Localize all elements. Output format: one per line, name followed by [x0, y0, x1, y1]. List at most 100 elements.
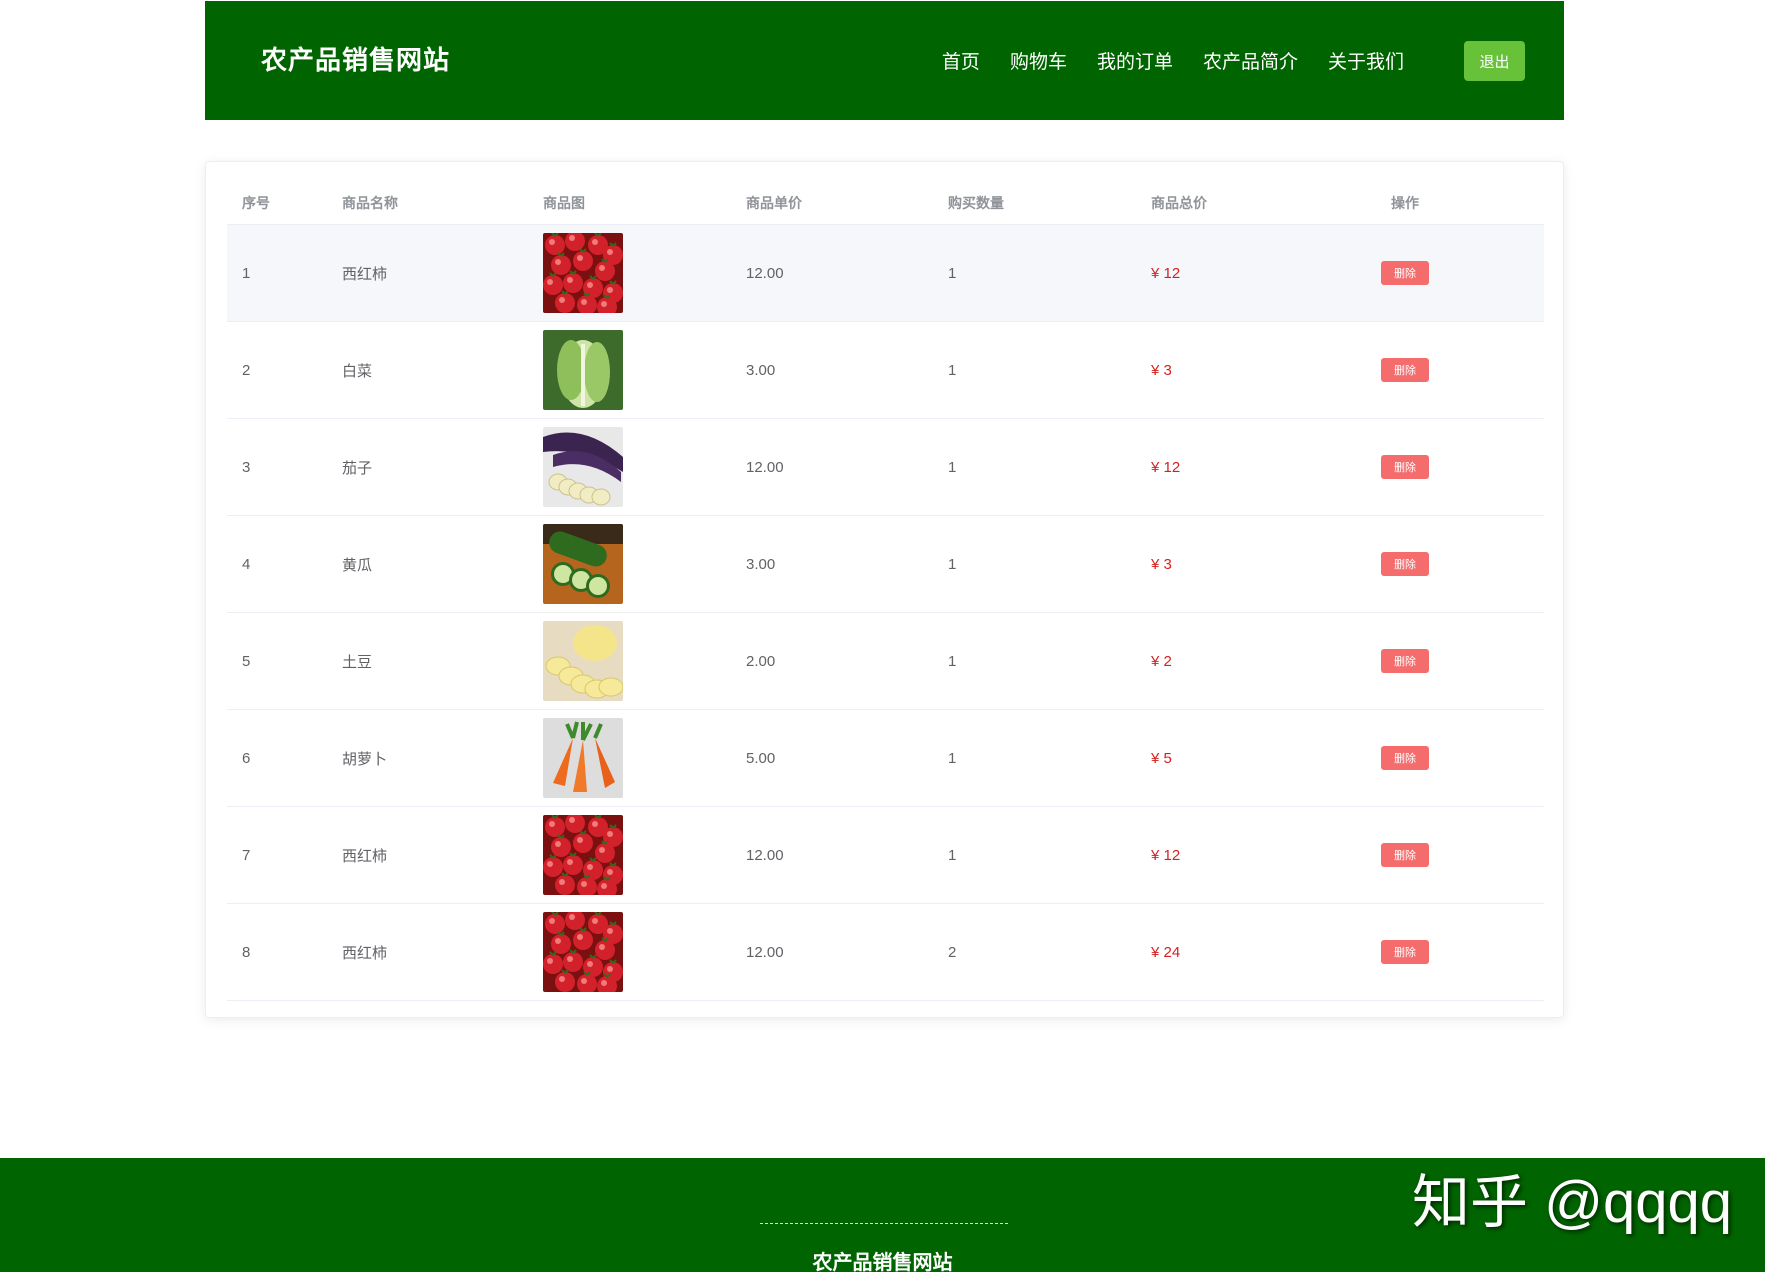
- table-body: 1 西红柿 12.00 1 ¥ 12 删除 2 白菜 3.00 1 ¥ 3 删除 3 茄子 12.00 1 ¥ …: [227, 225, 1544, 1001]
- delete-button[interactable]: 删除: [1381, 455, 1429, 479]
- delete-button[interactable]: 删除: [1381, 552, 1429, 576]
- cell-action: 删除: [1355, 419, 1455, 515]
- product-thumbnail: [543, 815, 623, 895]
- cell-index: 3: [242, 458, 251, 476]
- cell-product-image: [543, 322, 623, 418]
- cell-action: 删除: [1355, 710, 1455, 806]
- col-header-name: 商品名称: [342, 195, 398, 211]
- delete-button[interactable]: 删除: [1381, 940, 1429, 964]
- cell-unit-price: 12.00: [746, 943, 784, 961]
- product-thumbnail: [543, 621, 623, 701]
- cell-quantity: 1: [948, 652, 957, 670]
- cell-product-name: 西红柿: [342, 847, 388, 865]
- cell-index: 2: [242, 361, 251, 379]
- cell-product-image: [543, 710, 623, 806]
- cell-action: 删除: [1355, 613, 1455, 709]
- cell-quantity: 1: [948, 555, 957, 573]
- cell-unit-price: 12.00: [746, 846, 784, 864]
- cell-product-image: [543, 516, 623, 612]
- table-row: 5 土豆 2.00 1 ¥ 2 删除: [227, 613, 1544, 710]
- table-row: 8 西红柿 12.00 2 ¥ 24 删除: [227, 904, 1544, 1001]
- col-header-action: 操作: [1391, 195, 1419, 211]
- delete-button[interactable]: 删除: [1381, 358, 1429, 382]
- cell-action: 删除: [1355, 807, 1455, 903]
- cell-quantity: 1: [948, 846, 957, 864]
- product-thumbnail: [543, 330, 623, 410]
- cell-total-price: ¥ 12: [1151, 846, 1181, 864]
- table-header: 序号 商品名称 商品图 商品单价 购买数量 商品总价 操作: [227, 182, 1544, 225]
- product-thumbnail: [543, 912, 623, 992]
- cell-index: 6: [242, 749, 251, 767]
- nav-cart[interactable]: 购物车: [1010, 47, 1067, 74]
- main-nav: 首页 购物车 我的订单 农产品简介 关于我们: [912, 1, 1404, 120]
- col-header-total: 商品总价: [1151, 195, 1207, 211]
- cell-quantity: 1: [948, 458, 957, 476]
- cell-product-name: 胡萝卜: [342, 750, 388, 768]
- cell-product-image: [543, 904, 623, 1000]
- nav-about-us[interactable]: 关于我们: [1328, 47, 1404, 74]
- cell-unit-price: 3.00: [746, 555, 776, 573]
- cell-unit-price: 12.00: [746, 458, 784, 476]
- cell-index: 1: [242, 264, 251, 282]
- cell-action: 删除: [1355, 322, 1455, 418]
- cell-action: 删除: [1355, 516, 1455, 612]
- cell-quantity: 2: [948, 943, 957, 961]
- cell-total-price: ¥ 3: [1151, 361, 1172, 379]
- cell-product-image: [543, 613, 623, 709]
- cell-quantity: 1: [948, 361, 957, 379]
- table-row: 3 茄子 12.00 1 ¥ 12 删除: [227, 419, 1544, 516]
- cell-total-price: ¥ 24: [1151, 943, 1181, 961]
- cell-quantity: 1: [948, 749, 957, 767]
- col-header-price: 商品单价: [746, 195, 802, 211]
- cell-index: 5: [242, 652, 251, 670]
- product-thumbnail: [543, 233, 623, 313]
- cell-product-name: 黄瓜: [342, 556, 373, 574]
- table-row: 4 黄瓜 3.00 1 ¥ 3 删除: [227, 516, 1544, 613]
- delete-button[interactable]: 删除: [1381, 843, 1429, 867]
- cell-unit-price: 2.00: [746, 652, 776, 670]
- nav-product-intro[interactable]: 农产品简介: [1203, 47, 1298, 74]
- footer-title: 农产品销售网站: [812, 1252, 953, 1274]
- col-header-quantity: 购买数量: [948, 195, 1004, 211]
- product-thumbnail: [543, 427, 623, 507]
- delete-button[interactable]: 删除: [1381, 649, 1429, 673]
- cell-action: 删除: [1355, 225, 1455, 321]
- cell-unit-price: 5.00: [746, 749, 776, 767]
- table-row: 7 西红柿 12.00 1 ¥ 12 删除: [227, 807, 1544, 904]
- cell-action: 删除: [1355, 904, 1455, 1000]
- nav-home[interactable]: 首页: [942, 47, 980, 74]
- cell-product-image: [543, 807, 623, 903]
- cell-unit-price: 12.00: [746, 264, 784, 282]
- cart-table: 序号 商品名称 商品图 商品单价 购买数量 商品总价 操作 1 西红柿 12.00 1…: [227, 182, 1544, 1001]
- table-row: 1 西红柿 12.00 1 ¥ 12 删除: [227, 225, 1544, 322]
- cell-product-name: 西红柿: [342, 265, 388, 283]
- site-title[interactable]: 农产品销售网站: [261, 1, 450, 120]
- cell-total-price: ¥ 12: [1151, 264, 1181, 282]
- cell-product-image: [543, 419, 623, 515]
- footer-divider: [760, 1223, 1008, 1224]
- site-header: 农产品销售网站 首页 购物车 我的订单 农产品简介 关于我们 退出: [205, 1, 1564, 120]
- cell-unit-price: 3.00: [746, 361, 776, 379]
- cell-index: 4: [242, 555, 251, 573]
- cell-product-name: 茄子: [342, 459, 373, 477]
- cell-product-name: 西红柿: [342, 944, 388, 962]
- delete-button[interactable]: 删除: [1381, 746, 1429, 770]
- cell-product-name: 土豆: [342, 653, 373, 671]
- cell-total-price: ¥ 2: [1151, 652, 1172, 670]
- cell-index: 7: [242, 846, 251, 864]
- cell-product-image: [543, 225, 623, 321]
- table-row: 2 白菜 3.00 1 ¥ 3 删除: [227, 322, 1544, 419]
- delete-button[interactable]: 删除: [1381, 261, 1429, 285]
- nav-my-orders[interactable]: 我的订单: [1097, 47, 1173, 74]
- col-header-image: 商品图: [543, 195, 585, 211]
- product-thumbnail: [543, 718, 623, 798]
- cell-total-price: ¥ 3: [1151, 555, 1172, 573]
- table-row: 6 胡萝卜 5.00 1 ¥ 5 删除: [227, 710, 1544, 807]
- col-header-index: 序号: [242, 195, 270, 211]
- cell-index: 8: [242, 943, 251, 961]
- product-thumbnail: [543, 524, 623, 604]
- logout-button[interactable]: 退出: [1464, 41, 1525, 81]
- cell-quantity: 1: [948, 264, 957, 282]
- cell-total-price: ¥ 5: [1151, 749, 1172, 767]
- cell-total-price: ¥ 12: [1151, 458, 1181, 476]
